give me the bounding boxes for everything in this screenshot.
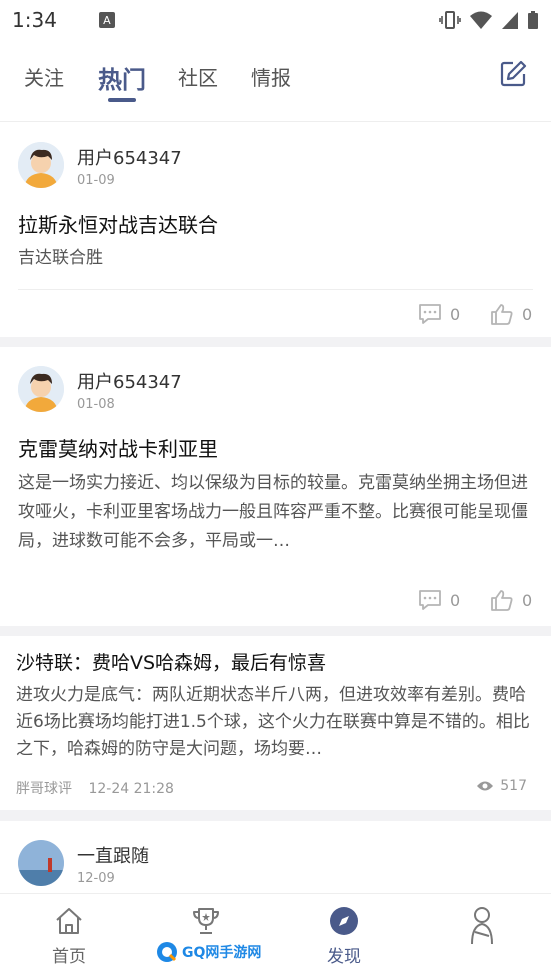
section-divider (0, 337, 551, 347)
top-tabs: 关注 热门 社区 情报 (0, 40, 551, 122)
view-count: 517 (500, 778, 527, 794)
wifi-icon (470, 11, 492, 29)
avatar[interactable] (18, 840, 64, 886)
article-author[interactable]: 胖哥球评 (16, 781, 72, 797)
avatar[interactable] (18, 366, 64, 412)
article-time: 12-24 21:28 (88, 781, 174, 797)
watermark-logo: GQ网手游网 (156, 940, 268, 964)
post-username[interactable]: 一直跟随 (77, 842, 149, 868)
comment-button[interactable]: 0 (418, 303, 460, 325)
post-card[interactable]: 用户654347 01-09 拉斯永恒对战吉达联合 吉达联合胜 0 0 (0, 123, 551, 337)
vibrate-icon (439, 11, 461, 29)
landscape-avatar-icon (18, 840, 64, 886)
status-time: 1:34 (12, 8, 57, 32)
tab-hot[interactable]: 热门 (98, 60, 146, 95)
article-body: 进攻火力是底气：两队近期状态半斤八两，但进攻效率有差别。费哈近6场比赛场均能打进… (16, 685, 530, 759)
comment-icon (419, 304, 441, 324)
avatar[interactable] (18, 142, 64, 188)
home-icon (56, 908, 82, 934)
active-tab-indicator (108, 98, 136, 102)
battery-icon (528, 11, 538, 29)
post-body: 这是一场实力接近、均以保级为目标的较量。克雷莫纳坐拥主场但进攻哑火，卡利亚里客场… (18, 473, 528, 551)
post-username[interactable]: 用户654347 (77, 144, 182, 170)
post-date: 01-09 (77, 173, 115, 188)
post-title[interactable]: 克雷莫纳对战卡利亚里 (18, 433, 218, 462)
like-count: 0 (522, 590, 533, 610)
like-button[interactable]: 0 (490, 303, 532, 325)
post-date: 12-09 (77, 871, 115, 886)
watermark-icon (157, 942, 177, 962)
divider (18, 289, 533, 290)
post-date: 01-08 (77, 397, 115, 412)
nav-home-label: 首页 (52, 947, 86, 967)
article-meta: 胖哥球评 12-24 21:28 (16, 778, 186, 798)
like-count: 0 (522, 304, 533, 324)
nav-discover-label: 发现 (327, 947, 361, 967)
user-avatar-icon (18, 366, 64, 412)
eye-icon (477, 781, 494, 791)
post-body: 吉达联合胜 (18, 248, 103, 268)
tab-following[interactable]: 关注 (24, 62, 64, 91)
watermark-text: GQ网手游网 (182, 945, 262, 961)
thumbs-up-icon (491, 304, 513, 325)
post-title[interactable]: 拉斯永恒对战吉达联合 (18, 209, 218, 238)
status-bar: 1:34 A (0, 0, 551, 40)
post-username[interactable]: 用户654347 (77, 368, 182, 394)
profile-icon (471, 907, 493, 945)
article-title[interactable]: 沙特联：费哈VS哈森姆，最后有惊喜 (16, 648, 326, 675)
edit-icon[interactable] (499, 60, 527, 88)
article-views: 517 (476, 778, 527, 794)
compass-icon (330, 907, 358, 935)
notification-icon: A (98, 12, 115, 28)
comment-icon (419, 590, 441, 610)
post-card[interactable]: 用户654347 01-08 克雷莫纳对战卡利亚里 这是一场实力接近、均以保级为… (0, 347, 551, 626)
comment-count: 0 (450, 304, 461, 324)
bottom-nav: 首页 发现 GQ网手游网 (0, 893, 551, 979)
section-divider (0, 810, 551, 821)
nav-home[interactable]: 首页 (29, 906, 109, 967)
comment-count: 0 (450, 590, 461, 610)
thumbs-up-icon (491, 590, 513, 611)
post-card[interactable]: 一直跟随 12-09 (0, 821, 551, 893)
nav-profile[interactable] (442, 906, 522, 952)
like-button[interactable]: 0 (490, 589, 532, 611)
user-avatar-icon (18, 142, 64, 188)
nav-trophy[interactable] (166, 906, 246, 942)
section-divider (0, 626, 551, 636)
tab-community[interactable]: 社区 (178, 62, 218, 91)
tab-intel[interactable]: 情报 (251, 62, 291, 91)
article-card[interactable]: 沙特联：费哈VS哈森姆，最后有惊喜 进攻火力是底气：两队近期状态半斤八两，但进攻… (0, 636, 551, 810)
trophy-icon (193, 908, 219, 934)
signal-icon (502, 12, 518, 29)
comment-button[interactable]: 0 (418, 589, 460, 611)
nav-discover[interactable]: 发现 (304, 906, 384, 967)
